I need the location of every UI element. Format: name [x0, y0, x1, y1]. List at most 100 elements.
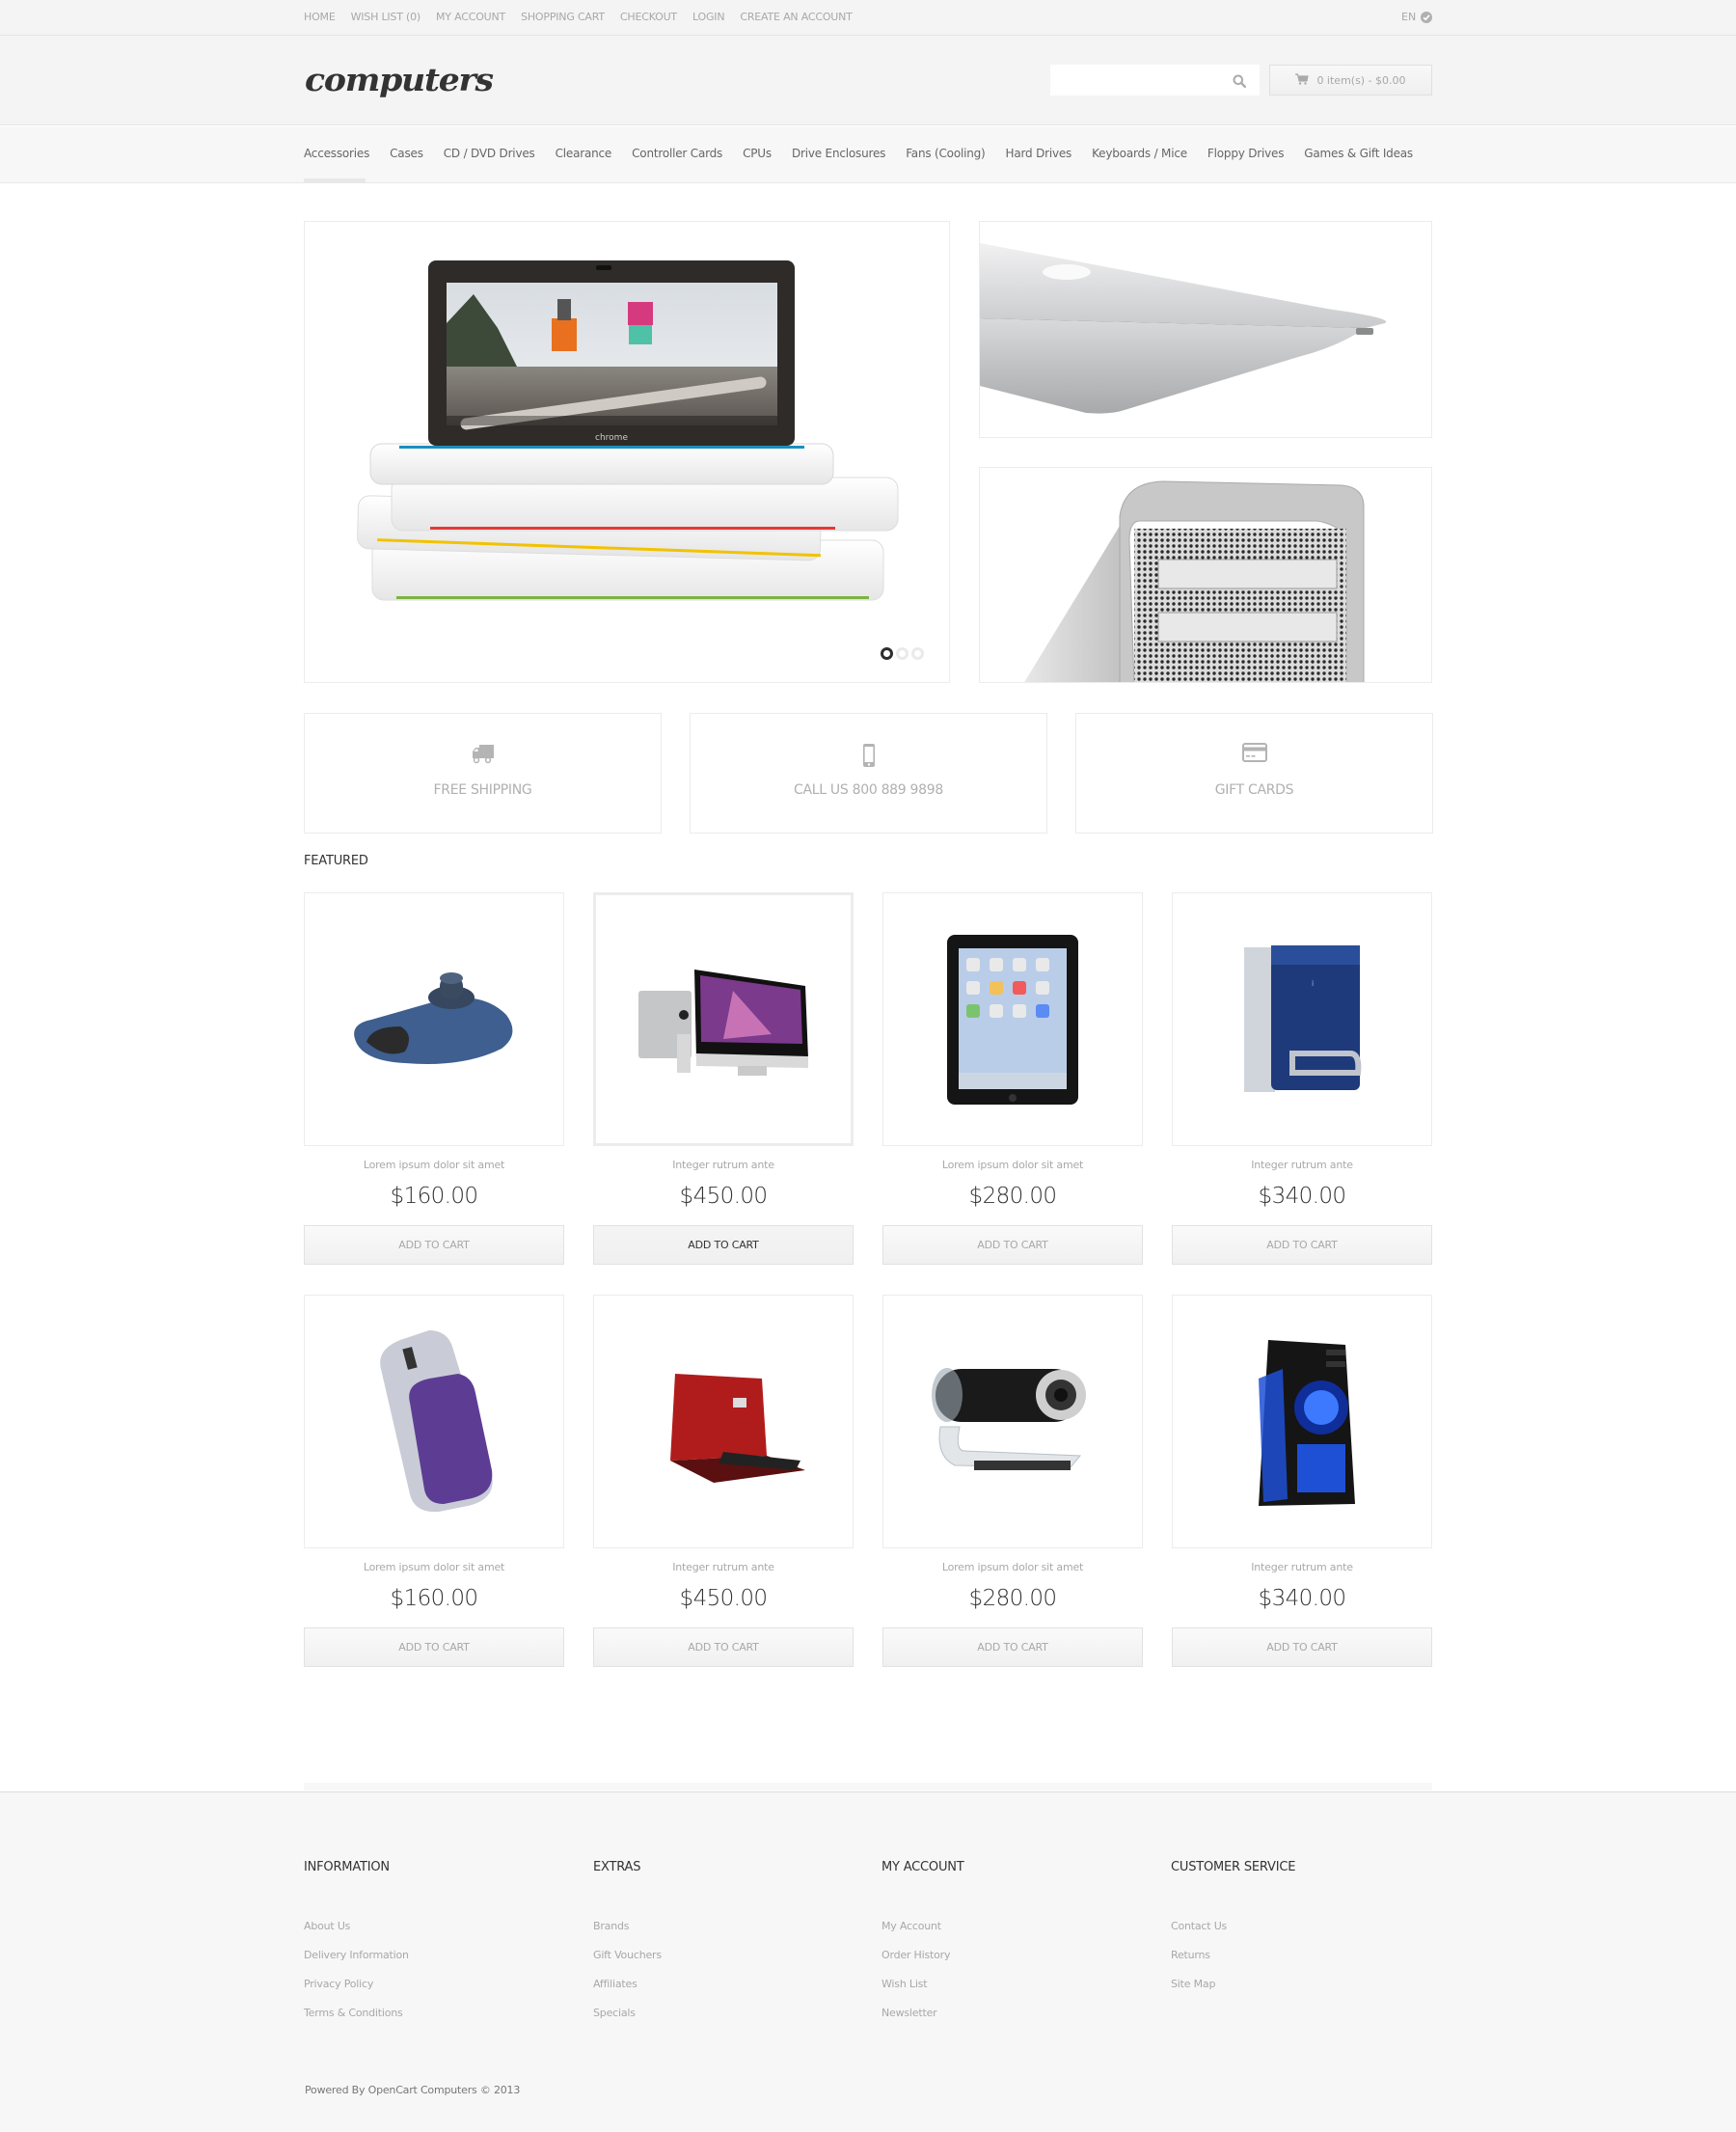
product-name[interactable]: Integer rutrum ante [593, 1561, 854, 1573]
product-name[interactable]: Integer rutrum ante [1172, 1561, 1432, 1573]
macbook-air-image [980, 243, 1387, 414]
language-selector[interactable]: EN [1401, 11, 1433, 23]
search-icon[interactable] [1233, 73, 1246, 92]
footer-link-my-account[interactable]: My Account [882, 1920, 941, 1932]
footer-link-returns[interactable]: Returns [1171, 1949, 1210, 1961]
featured-heading: FEATURED [304, 854, 368, 868]
footer-link-terms-conditions[interactable]: Terms & Conditions [304, 2007, 403, 2019]
top-link-wishlist[interactable]: WISH LIST (0) [351, 11, 421, 23]
footer-heading: CUSTOMER SERVICE [1171, 1860, 1296, 1874]
product-name[interactable]: Integer rutrum ante [593, 1159, 854, 1171]
top-link-home[interactable]: HOME [304, 11, 336, 23]
product-image-webcam[interactable] [882, 1295, 1143, 1548]
add-to-cart-button[interactable]: ADD TO CART [593, 1627, 854, 1667]
nav-active-indicator [304, 178, 366, 183]
nav-item-cpus[interactable]: CPUs [743, 147, 772, 160]
product-price: $340.00 [1258, 1586, 1347, 1611]
copyright-text: Powered By OpenCart Computers © 2013 [305, 2084, 521, 2096]
product-name[interactable]: Lorem ipsum dolor sit amet [304, 1159, 564, 1171]
info-label: GIFT CARDS [1214, 782, 1294, 798]
add-to-cart-button[interactable]: ADD TO CART [593, 1225, 854, 1265]
product-name[interactable]: Lorem ipsum dolor sit amet [882, 1159, 1143, 1171]
product-image-vaio-mouse[interactable] [304, 1295, 564, 1548]
banner-mac-pro[interactable] [979, 467, 1432, 683]
mac-pro-image [1024, 480, 1365, 682]
product-price: $280.00 [968, 1586, 1058, 1611]
nav-item-floppy-drives[interactable]: Floppy Drives [1207, 147, 1285, 160]
product-image-external-drive[interactable]: i [1172, 892, 1432, 1146]
footer-column-customer-service: CUSTOMER SERVICE Contact Us Returns Site… [1171, 1860, 1295, 2002]
nav-item-fans-cooling[interactable]: Fans (Cooling) [906, 147, 986, 160]
footer-link-contact-us[interactable]: Contact Us [1171, 1920, 1227, 1932]
top-link-shopping-cart[interactable]: SHOPPING CART [521, 11, 605, 23]
add-to-cart-button[interactable]: ADD TO CART [882, 1225, 1143, 1265]
product-price: $450.00 [679, 1586, 769, 1611]
slider-dot-1[interactable] [881, 647, 893, 660]
footer-link-wish-list[interactable]: Wish List [882, 1978, 928, 1990]
add-to-cart-button[interactable]: ADD TO CART [1172, 1225, 1432, 1265]
info-call-us[interactable]: CALL US 800 889 9898 [690, 713, 1047, 834]
footer-link-affiliates[interactable]: Affiliates [593, 1978, 637, 1990]
check-circle-icon [1421, 11, 1433, 23]
product-name[interactable]: Lorem ipsum dolor sit amet [882, 1561, 1143, 1573]
footer-link-order-history[interactable]: Order History [882, 1949, 950, 1961]
add-to-cart-button[interactable]: ADD TO CART [304, 1627, 564, 1667]
product-name[interactable]: Integer rutrum ante [1172, 1159, 1432, 1171]
footer-divider [304, 1783, 1432, 1790]
nav-item-cases[interactable]: Cases [390, 147, 423, 160]
credit-card-icon [1241, 743, 1267, 768]
top-link-login[interactable]: LOGIN [692, 11, 725, 23]
banner-macbook-air[interactable] [979, 221, 1432, 438]
info-label: CALL US 800 889 9898 [794, 782, 943, 798]
top-link-my-account[interactable]: MY ACCOUNT [436, 11, 505, 23]
footer-link-newsletter[interactable]: Newsletter [882, 2007, 937, 2019]
footer-link-site-map[interactable]: Site Map [1171, 1978, 1215, 1990]
hero-slider[interactable]: chrome [304, 221, 950, 683]
chrome-brand-text: chrome [595, 433, 628, 443]
slider-dot-3[interactable] [911, 647, 924, 660]
nav-item-clearance[interactable]: Clearance [556, 147, 612, 160]
footer-link-brands[interactable]: Brands [593, 1920, 629, 1932]
add-to-cart-button[interactable]: ADD TO CART [882, 1627, 1143, 1667]
slider-dot-2[interactable] [896, 647, 909, 660]
product-image-imac[interactable] [593, 892, 854, 1146]
nav-item-keyboards-mice[interactable]: Keyboards / Mice [1092, 147, 1187, 160]
product-image-3d-mouse[interactable] [304, 892, 564, 1146]
nav-item-drive-enclosures[interactable]: Drive Enclosures [792, 147, 885, 160]
footer-link-privacy-policy[interactable]: Privacy Policy [304, 1978, 373, 1990]
footer-link-specials[interactable]: Specials [593, 2007, 636, 2019]
footer-link-about-us[interactable]: About Us [304, 1920, 350, 1932]
info-free-shipping[interactable]: FREE SHIPPING [304, 713, 662, 834]
product-image-red-netbook[interactable] [593, 1295, 854, 1548]
product-image-gaming-case[interactable] [1172, 1295, 1432, 1548]
product-price: $160.00 [390, 1586, 479, 1611]
nav-item-accessories[interactable]: Accessories [304, 147, 369, 160]
logo[interactable]: computers [305, 61, 494, 98]
category-nav: Accessories Cases CD / DVD Drives Cleara… [0, 126, 1736, 183]
phone-icon [862, 743, 876, 768]
nav-item-hard-drives[interactable]: Hard Drives [1006, 147, 1072, 160]
footer-column-extras: EXTRAS Brands Gift Vouchers Affiliates S… [593, 1860, 662, 2031]
svg-text:i: i [1312, 979, 1314, 988]
top-link-create-account[interactable]: CREATE AN ACCOUNT [740, 11, 853, 23]
nav-item-games-gift-ideas[interactable]: Games & Gift Ideas [1304, 147, 1413, 160]
info-gift-cards[interactable]: GIFT CARDS [1075, 713, 1433, 834]
nav-item-cd-dvd-drives[interactable]: CD / DVD Drives [444, 147, 535, 160]
header: computers 0 item(s) - $0.00 [0, 36, 1736, 125]
truck-icon [472, 743, 495, 768]
add-to-cart-button[interactable]: ADD TO CART [1172, 1627, 1432, 1667]
info-label: FREE SHIPPING [433, 782, 532, 798]
cart-button[interactable]: 0 item(s) - $0.00 [1269, 65, 1432, 96]
product-price: $450.00 [679, 1184, 769, 1209]
shopping-cart-icon [1295, 72, 1310, 88]
footer-heading: EXTRAS [593, 1860, 641, 1874]
footer-link-gift-vouchers[interactable]: Gift Vouchers [593, 1949, 662, 1961]
footer-link-delivery-information[interactable]: Delivery Information [304, 1949, 409, 1961]
product-price: $340.00 [1258, 1184, 1347, 1209]
top-link-checkout[interactable]: CHECKOUT [620, 11, 677, 23]
search-input[interactable] [1050, 65, 1224, 96]
product-name[interactable]: Lorem ipsum dolor sit amet [304, 1561, 564, 1573]
product-image-ipad[interactable] [882, 892, 1143, 1146]
add-to-cart-button[interactable]: ADD TO CART [304, 1225, 564, 1265]
nav-item-controller-cards[interactable]: Controller Cards [632, 147, 722, 160]
